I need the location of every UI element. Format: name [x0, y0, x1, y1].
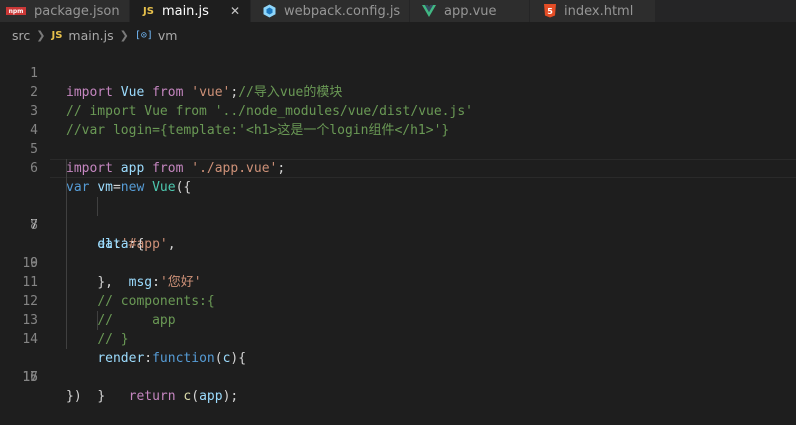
code-line: 14 render:function(c){	[0, 292, 796, 366]
indent-guide	[66, 273, 67, 292]
indent-guide	[66, 197, 67, 216]
indent-guide	[66, 159, 67, 178]
code-line: 3 //var login={template:'<h1>这是一个login组件…	[0, 83, 796, 138]
code-line: 6 var vm=new Vue({	[0, 140, 796, 195]
html5-icon: 5	[544, 4, 556, 18]
vue-icon	[422, 5, 436, 17]
indent-guide	[66, 254, 67, 273]
variable-icon: [⊙]	[134, 29, 153, 41]
tab-label: webpack.config.js	[284, 3, 401, 19]
indent-guide	[66, 292, 67, 311]
webpack-icon	[263, 4, 276, 18]
code-line: 10 },	[0, 216, 796, 290]
code-line: 9 msg:'您好'	[0, 197, 796, 290]
line-number: 17	[22, 370, 38, 385]
code-line: 8 data:{	[0, 178, 796, 252]
breadcrumb-src[interactable]: src	[12, 28, 30, 43]
current-line-highlight	[50, 159, 796, 178]
tab-app-vue[interactable]: app.vue	[410, 0, 530, 22]
code-line: 15 return c(app);	[0, 311, 796, 404]
code-line: 4	[0, 102, 796, 138]
tab-webpack-config-js[interactable]: webpack.config.js	[251, 0, 410, 22]
code-line: 1 import Vue from 'vue';//导入vue的模块	[0, 45, 796, 100]
chevron-right-icon: ❯	[119, 28, 129, 42]
tab-label: package.json	[34, 3, 120, 19]
tab-label: app.vue	[444, 3, 497, 19]
tab-index-html[interactable]: 5 index.html	[530, 0, 656, 22]
code-line: 11 // components:{	[0, 235, 796, 309]
code-line-current: 7 el:'#app',	[0, 159, 796, 252]
chevron-right-icon: ❯	[36, 28, 46, 42]
code-line: 13 // }	[0, 273, 796, 347]
breadcrumb-vm[interactable]: vm	[158, 28, 178, 43]
close-icon[interactable]: ✕	[230, 4, 240, 18]
code-line: 5 import app from './app.vue';	[0, 121, 796, 176]
code-editor[interactable]: 1 import Vue from 'vue';//导入vue的模块 2 // …	[0, 45, 796, 404]
indent-guide	[66, 216, 67, 235]
tab-label: main.js	[161, 3, 209, 19]
indent-guide	[97, 311, 98, 330]
indent-guide	[97, 197, 98, 216]
tab-bar: npm package.json JS main.js ✕ webpack.co…	[0, 0, 796, 22]
indent-guide	[66, 178, 67, 197]
js-icon: JS	[143, 5, 154, 17]
code-line: 16 }	[0, 330, 796, 404]
indent-guide	[66, 330, 67, 349]
npm-icon: npm	[6, 7, 26, 15]
code-line: 17 })	[0, 349, 796, 404]
svg-text:5: 5	[547, 7, 553, 16]
tab-package-json[interactable]: npm package.json	[0, 0, 130, 22]
code-line: 12 // app	[0, 254, 796, 328]
tab-label: index.html	[564, 3, 634, 19]
code-text: })	[66, 389, 82, 404]
code-line: 2 // import Vue from '../node_modules/vu…	[0, 64, 796, 119]
tab-main-js[interactable]: JS main.js ✕	[130, 0, 251, 22]
breadcrumb-main-js[interactable]: main.js	[68, 28, 113, 43]
indent-guide	[66, 235, 67, 254]
indent-guide	[66, 311, 67, 330]
js-icon: JS	[51, 29, 63, 41]
